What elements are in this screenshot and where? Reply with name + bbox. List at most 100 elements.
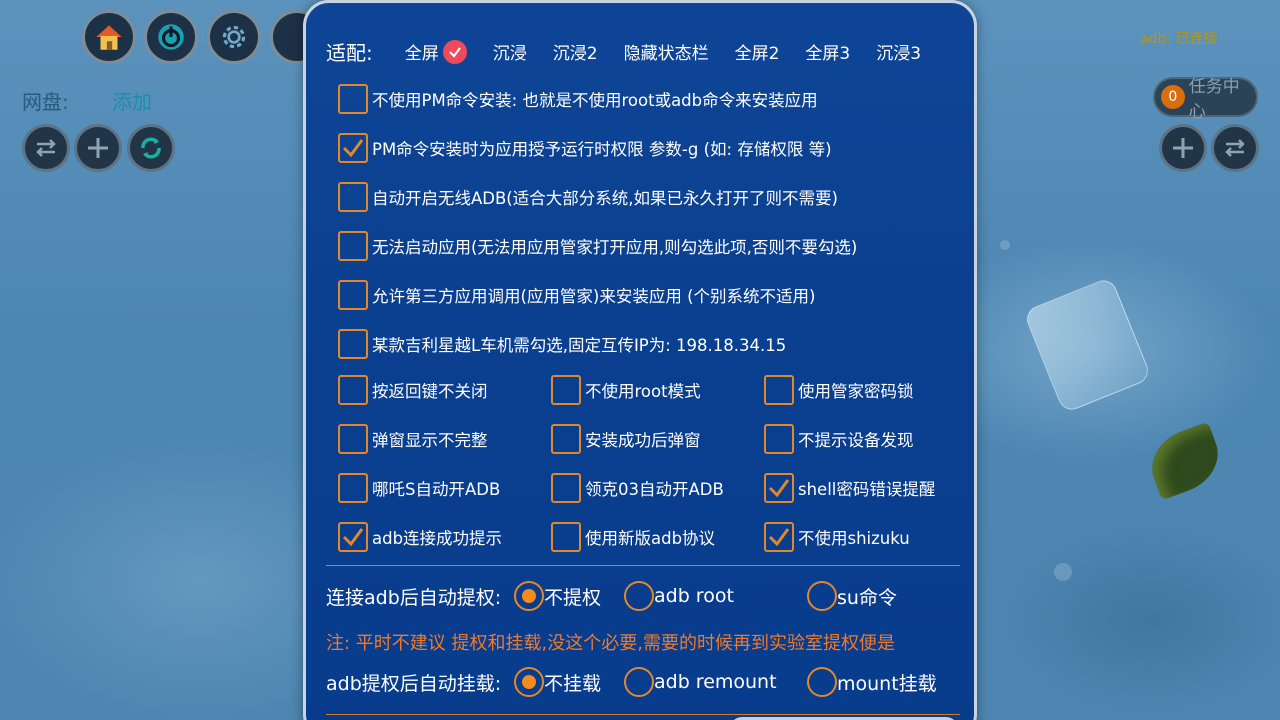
- option-label: 不使用PM命令安装: 也就是不使用root或adb命令来安装应用: [372, 91, 818, 110]
- radio[interactable]: [807, 667, 837, 697]
- radio-selected[interactable]: [514, 581, 544, 611]
- radio-adb-root[interactable]: adb root: [624, 581, 734, 611]
- radio[interactable]: [807, 581, 837, 611]
- radio-no-root[interactable]: 不提权: [514, 581, 601, 611]
- radio-su-command[interactable]: su命令: [807, 581, 897, 611]
- option-password-lock[interactable]: 使用管家密码锁: [764, 375, 914, 405]
- option-new-adb-protocol[interactable]: 使用新版adb协议: [551, 522, 715, 552]
- option-label: 使用管家密码锁: [798, 382, 914, 401]
- checkbox[interactable]: [551, 424, 581, 454]
- checkbox-checked[interactable]: [338, 522, 368, 552]
- radio-adb-remount[interactable]: adb remount: [624, 667, 777, 697]
- checkbox[interactable]: [338, 280, 368, 310]
- swap-button-left[interactable]: [22, 124, 70, 172]
- swap-icon: [1225, 139, 1245, 157]
- radio-no-mount[interactable]: 不挂载: [514, 667, 601, 697]
- option-label: 领克03自动开ADB: [585, 480, 724, 499]
- auto-mount-label: adb提权后自动挂载:: [326, 673, 502, 695]
- home-button[interactable]: [82, 10, 136, 64]
- option-no-root-mode[interactable]: 不使用root模式: [551, 375, 701, 405]
- checkbox[interactable]: [338, 473, 368, 503]
- option-popup-incomplete[interactable]: 弹窗显示不完整: [338, 424, 488, 454]
- checkbox[interactable]: [551, 375, 581, 405]
- checkbox-checked[interactable]: [338, 133, 368, 163]
- checkbox[interactable]: [764, 424, 794, 454]
- checkbox[interactable]: [551, 473, 581, 503]
- option-neta-s-adb[interactable]: 哪吒S自动开ADB: [338, 473, 500, 503]
- fit-option-immersive3[interactable]: 沉浸3: [876, 39, 921, 64]
- task-center-label: 任务中心: [1188, 77, 1240, 122]
- checkmark-icon: [768, 528, 790, 547]
- fit-option-fullscreen2[interactable]: 全屏2: [735, 39, 780, 64]
- radio[interactable]: [624, 581, 654, 611]
- refresh-button[interactable]: [127, 124, 175, 172]
- auto-mount-row: adb提权后自动挂载:: [326, 669, 516, 696]
- option-label: 不提示设备发现: [798, 431, 914, 450]
- fit-mode-row: 适配: 全屏 沉浸 沉浸2 隐藏状态栏 全屏2 全屏3 沉浸3: [326, 37, 947, 66]
- auto-root-row: 连接adb后自动提权:: [326, 583, 516, 610]
- option-auto-wireless-adb[interactable]: 自动开启无线ADB(适合大部分系统,如果已永久打开了则不需要): [338, 182, 838, 212]
- checkbox[interactable]: [338, 182, 368, 212]
- fit-option-hide-statusbar[interactable]: 隐藏状态栏: [624, 39, 709, 64]
- checkbox[interactable]: [338, 231, 368, 261]
- fit-option-label: 全屏: [404, 44, 439, 64]
- plus-button-right[interactable]: [1159, 124, 1207, 172]
- home-icon: [96, 25, 122, 50]
- checkbox[interactable]: [338, 84, 368, 114]
- option-install-success-popup[interactable]: 安装成功后弹窗: [551, 424, 701, 454]
- radio-selected[interactable]: [514, 667, 544, 697]
- add-link[interactable]: 添加: [112, 86, 152, 115]
- plus-icon: [1173, 138, 1193, 158]
- radio-label: 不挂载: [544, 672, 602, 695]
- adb-status-text: adb: 已连接: [1140, 31, 1218, 47]
- option-geely-fixed-ip[interactable]: 某款吉利星越L车机需勾选,固定互传IP为: 198.18.34.15: [338, 329, 786, 359]
- checkmark-icon: [342, 528, 364, 547]
- fit-option-fullscreen[interactable]: 全屏: [405, 39, 467, 64]
- settings-button[interactable]: [207, 10, 261, 64]
- swap-icon: [36, 139, 56, 157]
- settings-dialog: 适配: 全屏 沉浸 沉浸2 隐藏状态栏 全屏2 全屏3 沉浸3 不使用PM命令安…: [303, 0, 977, 720]
- option-label: 按返回键不关闭: [372, 382, 488, 401]
- option-adb-connect-tip[interactable]: adb连接成功提示: [338, 522, 502, 552]
- radio-label: adb remount: [654, 671, 777, 693]
- radio-mount[interactable]: mount挂载: [807, 667, 937, 697]
- option-no-device-discovery[interactable]: 不提示设备发现: [764, 424, 914, 454]
- checkbox[interactable]: [338, 329, 368, 359]
- checkbox-checked[interactable]: [764, 473, 794, 503]
- auto-root-label: 连接adb后自动提权:: [326, 587, 502, 609]
- option-no-pm-install[interactable]: 不使用PM命令安装: 也就是不使用root或adb命令来安装应用: [338, 84, 818, 114]
- task-center-button[interactable]: 0 任务中心: [1153, 77, 1258, 122]
- radio-label: mount挂载: [837, 672, 937, 695]
- option-label: 不使用root模式: [585, 382, 701, 401]
- checkbox-checked[interactable]: [764, 522, 794, 552]
- option-back-no-close[interactable]: 按返回键不关闭: [338, 375, 488, 405]
- checkbox[interactable]: [338, 375, 368, 405]
- option-no-shizuku[interactable]: 不使用shizuku: [764, 522, 910, 552]
- plus-button-left[interactable]: [74, 124, 122, 172]
- checkbox[interactable]: [338, 424, 368, 454]
- option-lynk03-adb[interactable]: 领克03自动开ADB: [551, 473, 724, 503]
- option-cannot-launch-app[interactable]: 无法启动应用(无法用应用管家打开应用,则勾选此项,否则不要勾选): [338, 231, 857, 261]
- refresh-icon: [141, 137, 161, 159]
- fit-option-immersive2[interactable]: 沉浸2: [553, 39, 598, 64]
- radio[interactable]: [624, 667, 654, 697]
- option-shell-password-alert[interactable]: shell密码错误提醒: [764, 473, 935, 503]
- option-label: 弹窗显示不完整: [372, 431, 488, 450]
- option-label: 自动开启无线ADB(适合大部分系统,如果已永久打开了则不需要): [372, 189, 838, 208]
- option-label: PM命令安装时为应用授予运行时权限 参数-g (如: 存储权限 等): [372, 140, 832, 159]
- divider: [326, 565, 960, 566]
- checkbox[interactable]: [764, 375, 794, 405]
- option-label: 不使用shizuku: [798, 529, 910, 548]
- radio-label: adb root: [654, 585, 734, 607]
- power-button[interactable]: [144, 10, 198, 64]
- checkmark-icon: [342, 139, 364, 158]
- fit-option-immersive[interactable]: 沉浸: [493, 39, 527, 64]
- option-label: 无法启动应用(无法用应用管家打开应用,则勾选此项,否则不要勾选): [372, 238, 858, 257]
- option-allow-third-party[interactable]: 允许第三方应用调用(应用管家)来安装应用 (个别系统不适用): [338, 280, 816, 310]
- swap-button-right[interactable]: [1211, 124, 1259, 172]
- option-label: 某款吉利星越L车机需勾选,固定互传IP为: 198.18.34.15: [372, 336, 787, 355]
- water-drop: [1000, 240, 1010, 250]
- fit-option-fullscreen3[interactable]: 全屏3: [805, 39, 850, 64]
- checkbox[interactable]: [551, 522, 581, 552]
- option-pm-grant-permissions[interactable]: PM命令安装时为应用授予运行时权限 参数-g (如: 存储权限 等): [338, 133, 832, 163]
